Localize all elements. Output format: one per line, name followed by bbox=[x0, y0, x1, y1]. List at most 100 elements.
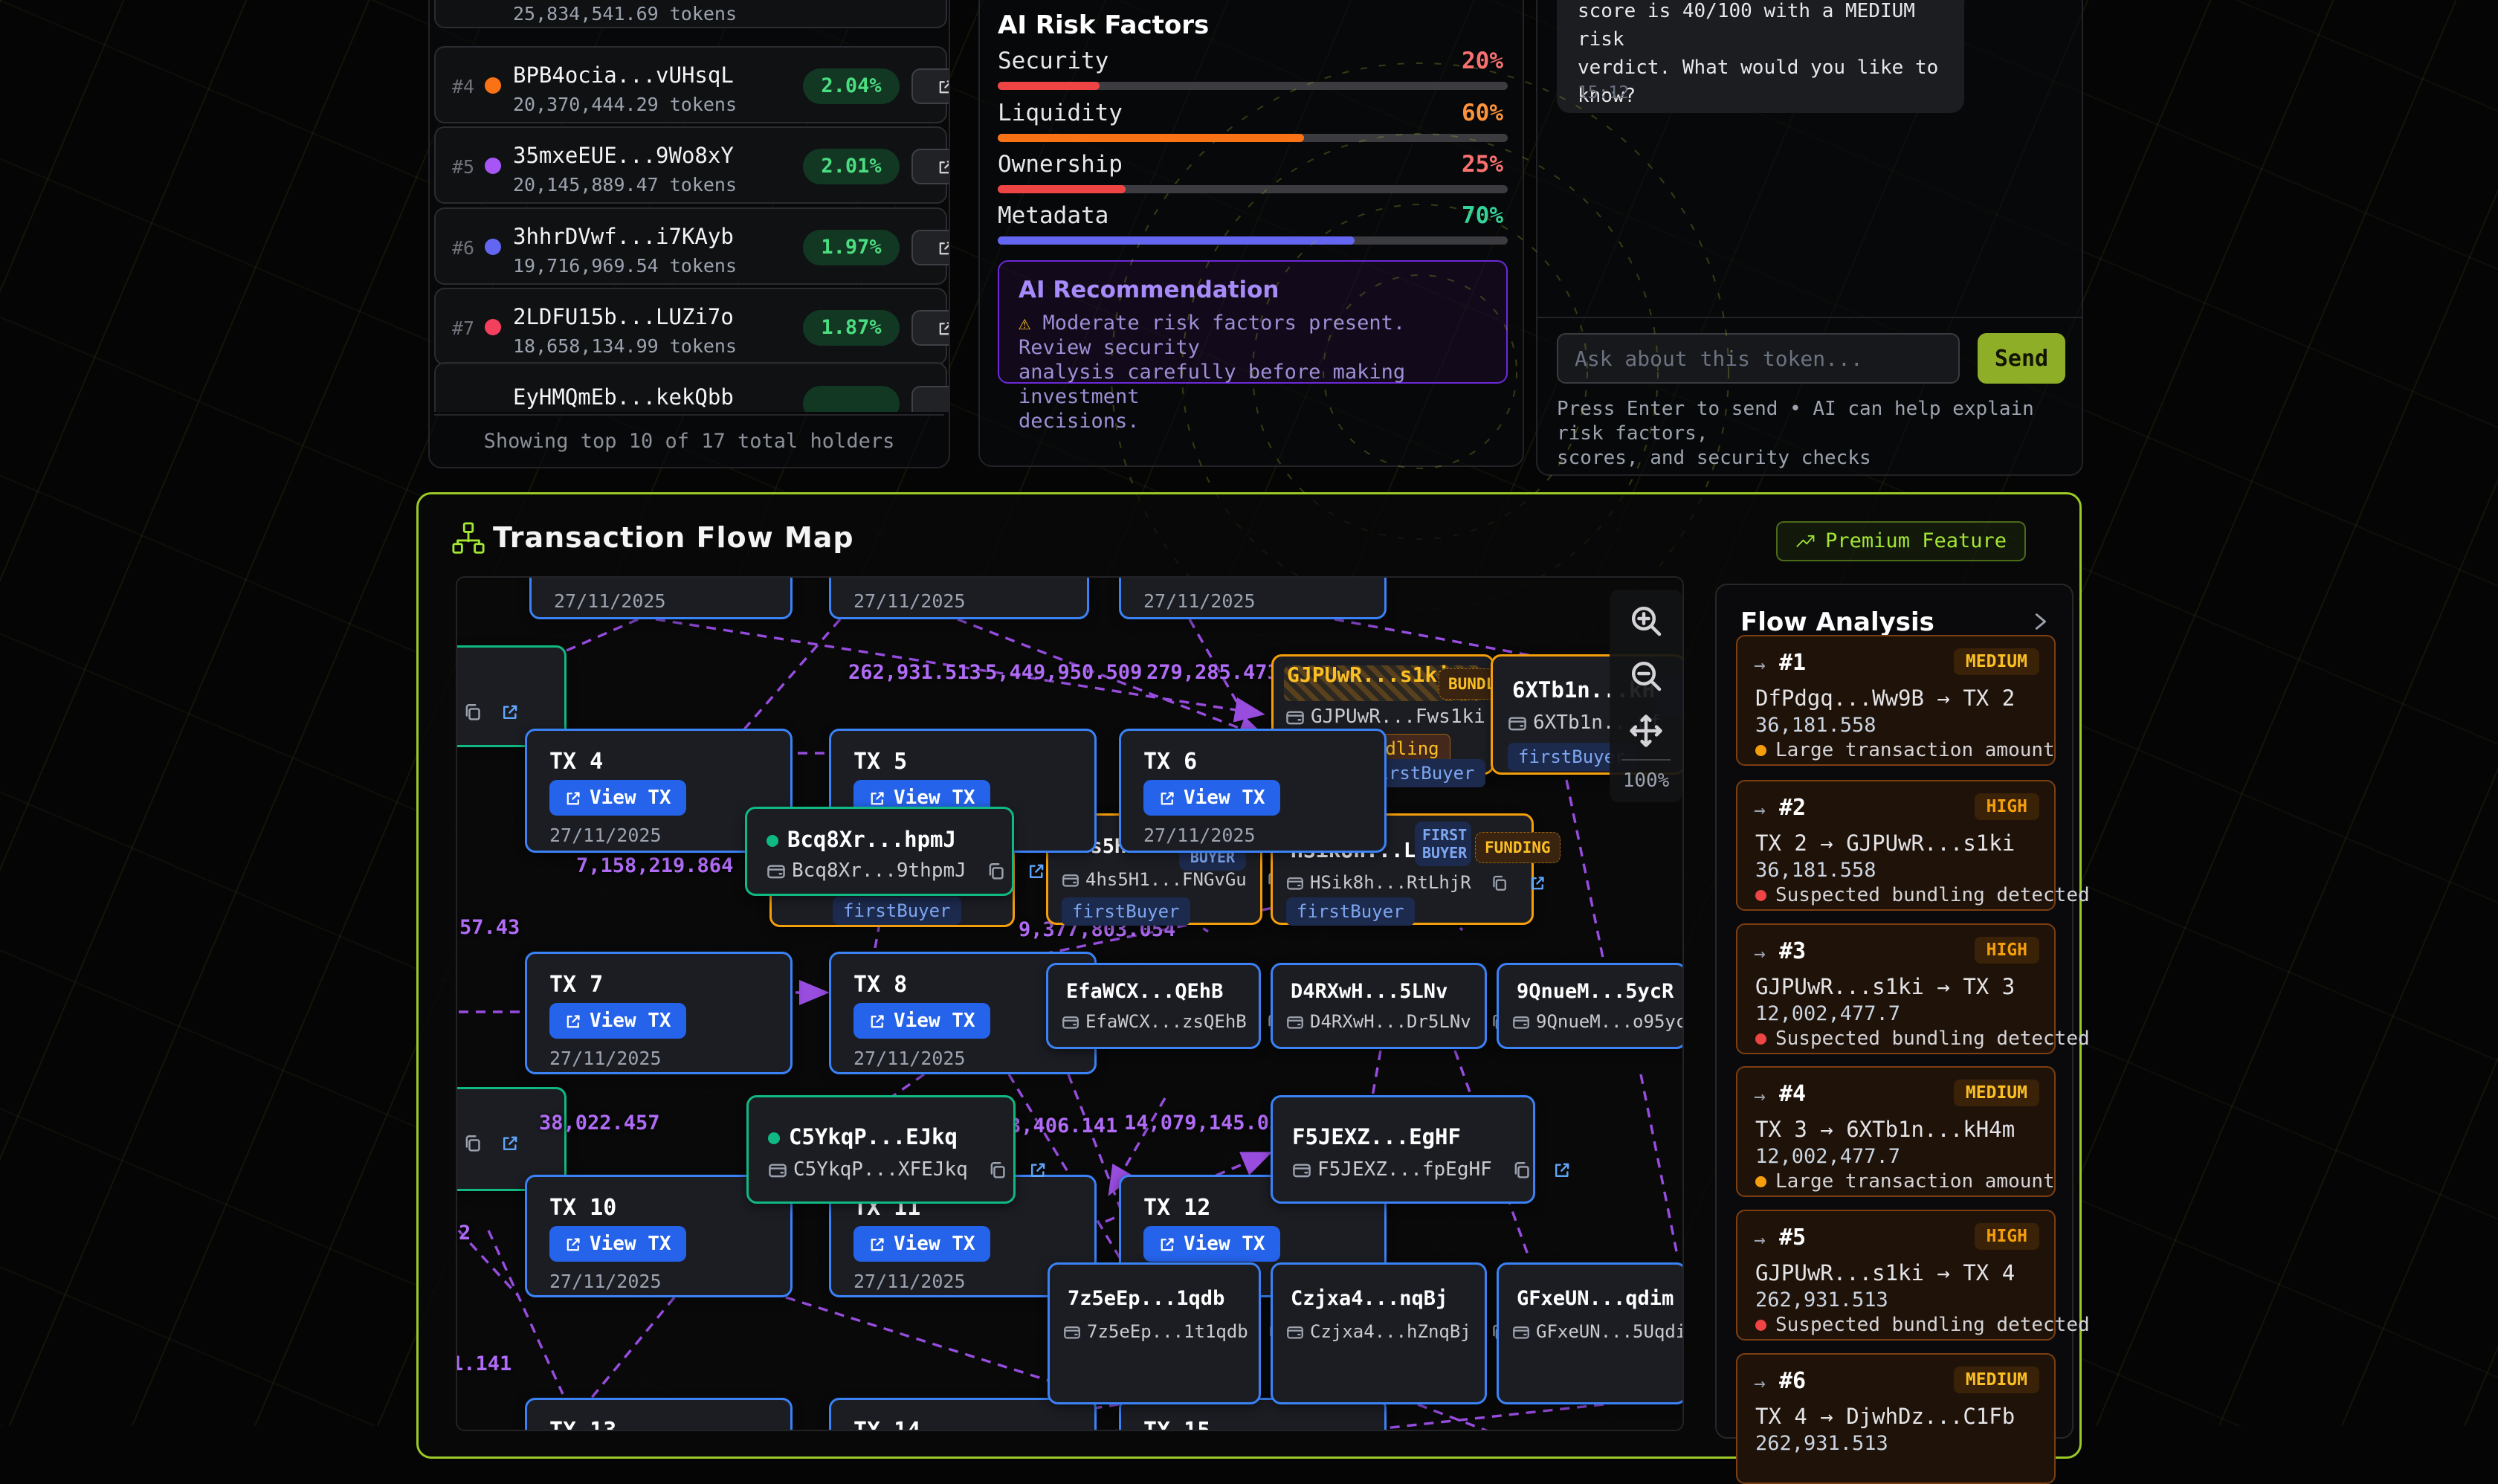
holder-tx-button[interactable]: TX bbox=[911, 310, 949, 346]
factor-bar-fill bbox=[998, 82, 1100, 90]
holder-rank: #7 bbox=[452, 317, 474, 339]
severity-badge: MEDIUM bbox=[1954, 1080, 2039, 1106]
chevron-right-icon[interactable] bbox=[2029, 610, 2051, 633]
first-buyer-tag: firstBuyer bbox=[1062, 897, 1190, 926]
copy-icon[interactable] bbox=[463, 703, 483, 722]
wallet-icon bbox=[1062, 871, 1079, 889]
external-link-icon[interactable] bbox=[1027, 862, 1046, 881]
analysis-card[interactable]: → #3 HIGH GJPUwR...s1ki → TX 3 12,002,47… bbox=[1736, 923, 2056, 1054]
tx-node-13[interactable]: TX 13 bbox=[525, 1398, 793, 1431]
factor-label: Ownership bbox=[998, 151, 1123, 178]
holder-tx-button[interactable]: TX bbox=[911, 68, 949, 104]
view-tx-button[interactable]: View TX bbox=[853, 1226, 990, 1262]
holders-footer: Showing top 10 of 17 total holders bbox=[430, 430, 949, 453]
wallet-node-9qnuem[interactable]: 9QnueM...5ycR 9QnueM...o95ycR bbox=[1497, 963, 1684, 1049]
pan-button[interactable] bbox=[1628, 713, 1664, 749]
holder-color-dot bbox=[485, 77, 501, 94]
external-link-icon bbox=[564, 790, 582, 807]
holder-pct-badge: 2.04% bbox=[803, 68, 900, 104]
tx-node[interactable]: 27/11/2025 bbox=[1119, 576, 1387, 619]
copy-icon[interactable] bbox=[463, 1134, 483, 1153]
view-tx-button[interactable]: View TX bbox=[1143, 780, 1280, 816]
factor-label: Security bbox=[998, 48, 1108, 74]
edge-amount-label: 3,406.141 bbox=[1009, 1114, 1117, 1138]
wallet-node-7z5eep[interactable]: 7z5eEp...1qdb 7z5eEp...1t1qdb bbox=[1048, 1262, 1261, 1404]
external-link-icon bbox=[1158, 1236, 1176, 1254]
send-button[interactable]: Send bbox=[1978, 333, 2065, 384]
view-tx-button[interactable]: View TX bbox=[853, 1003, 990, 1039]
holder-tx-button[interactable] bbox=[911, 386, 949, 412]
tx-node-6[interactable]: TX 6 View TX 27/11/2025 bbox=[1119, 729, 1387, 853]
copy-icon[interactable] bbox=[987, 862, 1006, 881]
wallet-address-row: GFxeUN...5Uqdim bbox=[1512, 1321, 1684, 1342]
view-tx-button[interactable]: View TX bbox=[1143, 1226, 1280, 1262]
wallet-title: GJPUwR...s1ki bbox=[1287, 662, 1450, 687]
copy-icon[interactable] bbox=[1512, 1161, 1532, 1180]
wallet-node-c5ykqp[interactable]: C5YkqP...EJkq C5YkqP...XFEJkq bbox=[746, 1095, 1016, 1204]
divider bbox=[434, 414, 944, 416]
external-link-icon[interactable] bbox=[1028, 1161, 1048, 1180]
flag-dot bbox=[1755, 1320, 1766, 1331]
holder-row-partial-top: 25,834,541.69 tokens bbox=[434, 0, 947, 28]
arrow-icon: → bbox=[1754, 1372, 1766, 1395]
view-tx-button[interactable]: View TX bbox=[549, 1003, 686, 1039]
analysis-card[interactable]: → #5 HIGH GJPUwR...s1ki → TX 4 262,931.5… bbox=[1736, 1210, 2056, 1341]
external-link-icon bbox=[564, 1236, 582, 1254]
holder-address: 3hhrDVwf...i7KAyb bbox=[513, 224, 734, 249]
external-link-icon[interactable] bbox=[500, 1134, 520, 1153]
wallet-icon bbox=[1512, 1013, 1530, 1031]
copy-icon[interactable] bbox=[1491, 874, 1508, 892]
view-tx-button[interactable]: View TX bbox=[549, 780, 686, 816]
chat-helper-text: Press Enter to send • AI can help explai… bbox=[1557, 397, 2082, 471]
holder-address: 2LDFU15b...LUZi7o bbox=[513, 304, 734, 329]
factor-bar bbox=[998, 185, 1508, 193]
edge-amount-label: 262,931.513 bbox=[848, 661, 981, 684]
edge-amount-label: 1.141 bbox=[456, 1352, 511, 1375]
view-tx-button[interactable]: View TX bbox=[549, 1226, 686, 1262]
holder-tokens: 20,370,444.29 tokens bbox=[513, 94, 737, 115]
wallet-node-d4rxwh[interactable]: D4RXwH...5LNv D4RXwH...Dr5LNv bbox=[1271, 963, 1487, 1049]
holder-tokens: 18,658,134.99 tokens bbox=[513, 335, 737, 357]
wallet-node-f5jexz[interactable]: F5JEXZ...EgHF F5JEXZ...fpEgHF bbox=[1271, 1095, 1535, 1204]
wallet-address-row: C5YkqP...XFEJkq bbox=[768, 1158, 1048, 1181]
external-link-icon[interactable] bbox=[500, 703, 520, 722]
factor-label: Metadata bbox=[998, 202, 1108, 229]
holder-tx-button[interactable]: TX bbox=[911, 230, 949, 265]
holder-row: #6 3hhrDVwf...i7KAyb 19,716,969.54 token… bbox=[434, 207, 947, 285]
holder-color-dot bbox=[485, 319, 501, 335]
wallet-node-efawcx[interactable]: EfaWCX...QEhB EfaWCX...zsQEhB bbox=[1046, 963, 1261, 1049]
wallet-icon bbox=[1063, 1323, 1081, 1341]
analysis-card[interactable]: → #2 HIGH TX 2 → GJPUwR...s1ki 36,181.55… bbox=[1736, 780, 2056, 911]
flow-map-canvas[interactable]: 262,931.513 5,449,950.509 279,285.473 7,… bbox=[456, 576, 1684, 1431]
tx-node[interactable]: 27/11/2025 bbox=[529, 576, 793, 619]
analysis-card[interactable]: → #6 MEDIUM TX 4 → DjwhDz...C1Fb 262,931… bbox=[1736, 1353, 2056, 1484]
external-link-icon[interactable] bbox=[1529, 874, 1546, 892]
edge-amount-label: 2 bbox=[459, 1222, 471, 1245]
copy-icon[interactable] bbox=[988, 1161, 1007, 1180]
holder-address: BPB4ocia...vUHsqL bbox=[513, 62, 734, 88]
tx-node[interactable]: 27/11/2025 bbox=[829, 576, 1089, 619]
flag-dot bbox=[1755, 1033, 1766, 1045]
wallet-icon bbox=[1285, 708, 1305, 727]
analysis-card[interactable]: → #1 MEDIUM DfPdgq...Ww9B → TX 2 36,181.… bbox=[1736, 635, 2056, 766]
chat-input[interactable] bbox=[1557, 333, 1960, 384]
wallet-node-czjxa4[interactable]: Czjxa4...nqBj Czjxa4...hZnqBj bbox=[1271, 1262, 1487, 1404]
zoom-in-button[interactable] bbox=[1628, 603, 1664, 639]
tx-node-7[interactable]: TX 7 View TX 27/11/2025 bbox=[525, 952, 793, 1074]
wallet-icon bbox=[768, 1161, 787, 1180]
wallet-node-gfxeun[interactable]: GFxeUN...qdim GFxeUN...5Uqdim bbox=[1497, 1262, 1684, 1404]
factor-bar bbox=[998, 134, 1508, 142]
chat-message-text: score is 40/100 with a MEDIUM risk verdi… bbox=[1578, 0, 1949, 110]
zoom-level: 100% bbox=[1610, 770, 1682, 792]
wallet-address-row: F5JEXZ...fpEgHF bbox=[1292, 1158, 1572, 1181]
wallet-node-bcq8xr[interactable]: Bcq8Xr...hpmJ Bcq8Xr...9thpmJ bbox=[745, 807, 1014, 896]
zoom-out-button[interactable] bbox=[1628, 658, 1664, 694]
holder-tx-button[interactable]: TX bbox=[911, 149, 949, 184]
external-link-icon[interactable] bbox=[1552, 1161, 1572, 1180]
holder-row: #7 2LDFU15b...LUZi7o 18,658,134.99 token… bbox=[434, 288, 947, 365]
holder-row: #4 BPB4ocia...vUHsqL 20,370,444.29 token… bbox=[434, 46, 947, 123]
arrow-icon: → bbox=[1754, 654, 1766, 677]
wallet-icon bbox=[1292, 1161, 1311, 1180]
analysis-card[interactable]: → #4 MEDIUM TX 3 → 6XTb1n...kH4m 12,002,… bbox=[1736, 1066, 2056, 1197]
recommendation-text: ⚠ Moderate risk factors present. Review … bbox=[1019, 311, 1487, 433]
